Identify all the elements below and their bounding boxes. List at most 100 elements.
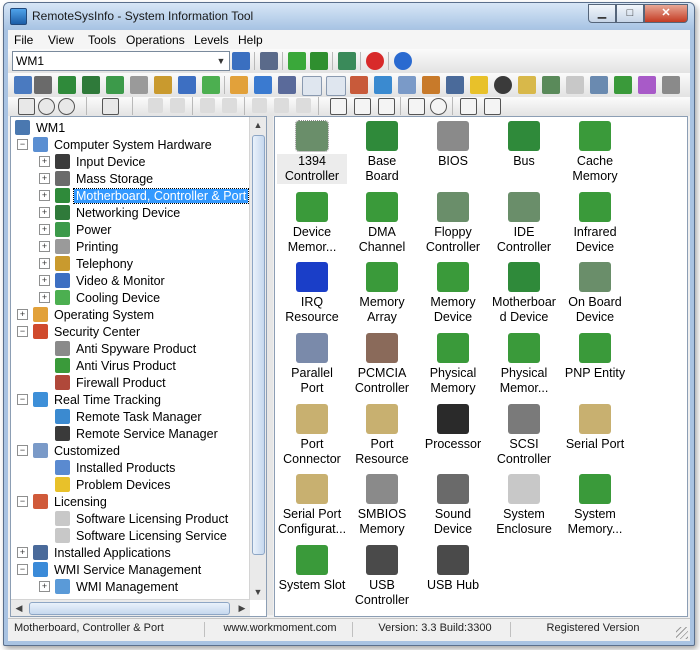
expand-icon[interactable]: + — [39, 156, 50, 167]
tree-item-remote-service-manager[interactable]: Remote Service Manager — [39, 425, 220, 442]
report-icon[interactable] — [590, 76, 608, 94]
collapse-icon[interactable]: − — [17, 445, 28, 456]
telephone-icon[interactable] — [154, 76, 172, 94]
settings-icon[interactable] — [542, 76, 560, 94]
record-icon[interactable] — [430, 98, 447, 115]
device-item-ide-controller[interactable]: IDE Controller — [489, 192, 559, 255]
power-icon[interactable] — [106, 76, 124, 94]
menu-view[interactable]: View — [48, 33, 74, 47]
chevron-down-icon[interactable]: ▼ — [213, 52, 229, 70]
device-item-scsi-controller[interactable]: SCSI Controller — [489, 404, 559, 467]
expand-icon[interactable]: + — [17, 309, 28, 320]
expand-icon[interactable]: + — [17, 547, 28, 558]
pane-splitter[interactable] — [267, 116, 273, 615]
tree-item-cooling-device[interactable]: + Cooling Device — [39, 289, 162, 306]
tree-item-wm1[interactable]: WM1 — [15, 119, 67, 136]
network-card-icon[interactable] — [82, 76, 100, 94]
gear-icon[interactable] — [494, 76, 512, 94]
tools-icon[interactable] — [446, 76, 464, 94]
more-icon[interactable] — [662, 76, 680, 94]
info-icon[interactable] — [394, 52, 412, 70]
device-item-1394-controller[interactable]: 1394 Controller — [277, 120, 347, 184]
expand-icon[interactable]: + — [39, 224, 50, 235]
maximize-button[interactable]: □ — [616, 4, 644, 23]
double-arrow-icon[interactable] — [310, 52, 328, 70]
edit-icon[interactable] — [354, 98, 371, 115]
folder-icon[interactable] — [470, 76, 488, 94]
tracking-icon[interactable] — [374, 76, 392, 94]
tree-vertical-scroll-thumb[interactable] — [252, 135, 265, 555]
download-icon[interactable] — [422, 76, 440, 94]
tree-item-telephony[interactable]: + Telephony — [39, 255, 135, 272]
device-item-serial-port[interactable]: Serial Port — [560, 404, 630, 452]
process-icon[interactable] — [350, 76, 368, 94]
tree-item-anti-virus-product[interactable]: Anti Virus Product — [39, 357, 178, 374]
scroll-down-icon[interactable]: ▼ — [250, 584, 266, 600]
expand-icon[interactable]: + — [39, 190, 50, 201]
monitor-icon[interactable] — [178, 76, 196, 94]
scroll-right-icon[interactable]: ▶ — [234, 600, 250, 616]
menu-levels[interactable]: Levels — [194, 33, 229, 47]
expand-icon[interactable]: + — [39, 241, 50, 252]
menu-operations[interactable]: Operations — [126, 33, 185, 47]
device-item-system-enclosure[interactable]: System Enclosure — [489, 474, 559, 537]
pause-icon[interactable] — [200, 98, 215, 113]
tree-item-wmi-management[interactable]: + WMI Management — [39, 578, 180, 595]
tower-case-icon[interactable] — [566, 76, 584, 94]
tree-item-remote-task-manager[interactable]: Remote Task Manager — [39, 408, 204, 425]
power-off-icon[interactable] — [58, 98, 75, 115]
expand-icon[interactable]: + — [39, 258, 50, 269]
printer-icon[interactable] — [130, 76, 148, 94]
resume-icon[interactable] — [222, 98, 237, 113]
tree-item-anti-spyware-product[interactable]: Anti Spyware Product — [39, 340, 198, 357]
expand-icon[interactable]: + — [39, 173, 50, 184]
device-item-device-memor[interactable]: Device Memor... — [277, 192, 347, 255]
device-item-base-board[interactable]: Base Board — [347, 121, 417, 184]
calendar-icon[interactable] — [398, 76, 416, 94]
connect-icon[interactable] — [260, 52, 278, 70]
close-button[interactable]: ✕ — [644, 4, 688, 23]
tree-item-power[interactable]: + Power — [39, 221, 113, 238]
tree-item-software-licensing-service[interactable]: Software Licensing Service — [39, 527, 229, 544]
network-tree-icon[interactable] — [232, 52, 250, 70]
tree-item-security-center[interactable]: − Security Center — [17, 323, 142, 340]
device-item-usb-controller[interactable]: USB Controller — [347, 545, 417, 608]
computer-icon[interactable] — [14, 76, 32, 94]
tree-item-installed-applications[interactable]: + Installed Applications — [17, 544, 173, 561]
check-icon[interactable] — [614, 76, 632, 94]
menu-help[interactable]: Help — [238, 33, 263, 47]
collapse-icon[interactable]: − — [17, 394, 28, 405]
arrow-right-icon[interactable] — [288, 52, 306, 70]
device-item-pcmcia-controller[interactable]: PCMCIA Controller — [347, 333, 417, 396]
device-item-parallel-port[interactable]: Parallel Port — [277, 333, 347, 396]
collapse-icon[interactable]: − — [17, 496, 28, 507]
users-icon[interactable] — [278, 76, 296, 94]
view-icon[interactable] — [378, 98, 395, 115]
fan-icon[interactable] — [202, 76, 220, 94]
tree-item-licensing[interactable]: − Licensing — [17, 493, 109, 510]
device-item-floppy-controller[interactable]: Floppy Controller — [418, 192, 488, 255]
properties-icon[interactable] — [330, 98, 347, 115]
stop-square-icon[interactable] — [170, 98, 185, 113]
device-item-physical-memor[interactable]: Physical Memor... — [489, 333, 559, 396]
device-item-bus[interactable]: Bus — [489, 121, 559, 169]
menu-file[interactable]: File — [14, 33, 33, 47]
copy-icon[interactable] — [326, 76, 346, 96]
device-item-infrared-device[interactable]: Infrared Device — [560, 192, 630, 255]
device-item-memory-device[interactable]: Memory Device — [418, 262, 488, 325]
scroll-up-icon[interactable]: ▲ — [250, 117, 266, 133]
list-icon[interactable] — [408, 98, 425, 115]
device-item-cache-memory[interactable]: Cache Memory — [560, 121, 630, 184]
device-item-system-memory[interactable]: System Memory... — [560, 474, 630, 537]
fast-forward-icon[interactable] — [252, 98, 267, 113]
terminate-icon[interactable] — [102, 98, 119, 115]
tree-item-installed-products[interactable]: Installed Products — [39, 459, 177, 476]
device-item-memory-array[interactable]: Memory Array — [347, 262, 417, 325]
skip-end-icon[interactable] — [296, 98, 311, 113]
export-icon[interactable] — [638, 76, 656, 94]
device-item-motherboar-d-device[interactable]: Motherboar d Device — [489, 262, 559, 325]
tree-item-video-monitor[interactable]: + Video & Monitor — [39, 272, 167, 289]
device-item-usb-hub[interactable]: USB Hub — [418, 545, 488, 593]
tree-item-networking-device[interactable]: + Networking Device — [39, 204, 182, 221]
device-item-dma-channel[interactable]: DMA Channel — [347, 192, 417, 255]
